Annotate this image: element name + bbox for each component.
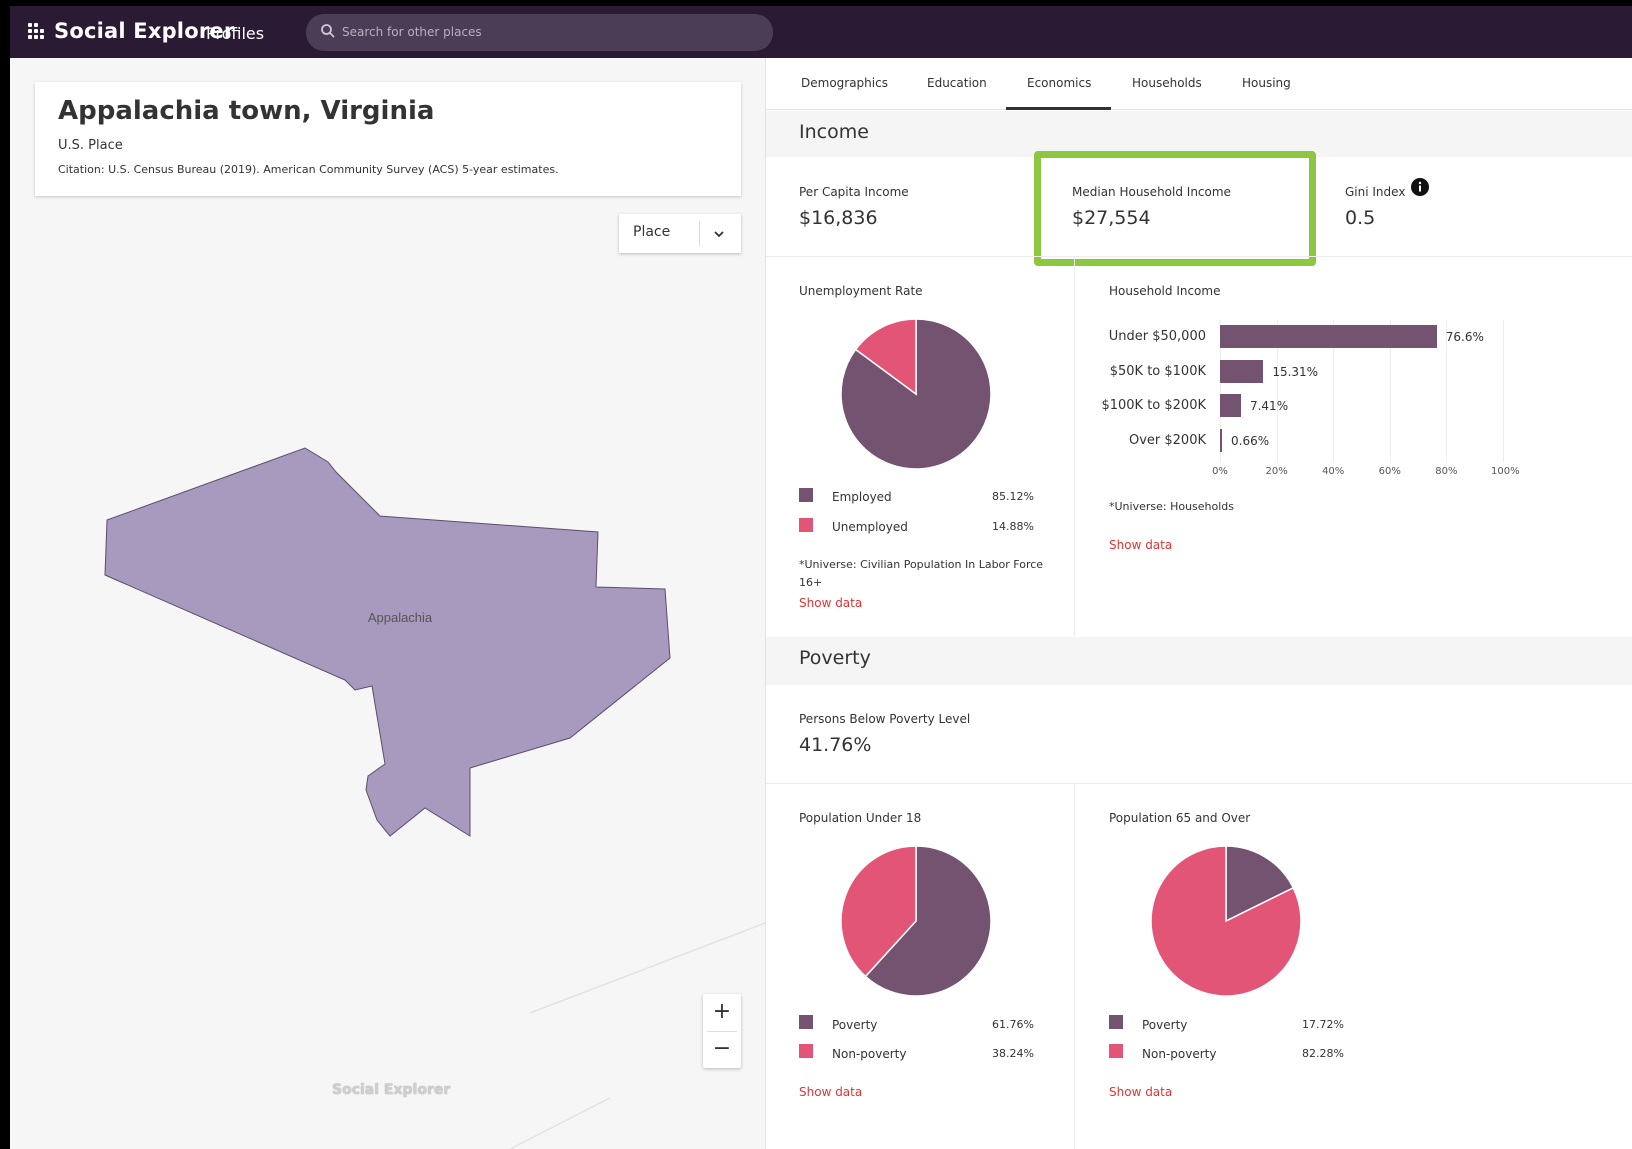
x-tick-label: 60% [1378, 466, 1401, 477]
legend-value: 61.76% [992, 1018, 1034, 1031]
tab-education[interactable]: Education [927, 76, 987, 90]
unemployment-universe-note: *Universe: Civilian Population In Labor … [799, 558, 1044, 589]
legend-label: Poverty [1142, 1018, 1188, 1032]
bar-category-label: $100K to $200K [1101, 398, 1206, 413]
over65-pie-chart[interactable] [1150, 845, 1302, 997]
legend-value: 14.88% [992, 520, 1034, 533]
income-section-title: Income [799, 121, 869, 143]
bar-category-label: $50K to $100K [1109, 363, 1206, 379]
logo-icon[interactable] [28, 23, 48, 41]
divider [1074, 257, 1075, 636]
employed-swatch [799, 488, 813, 502]
place-title: Appalachia town, Virginia [58, 96, 435, 126]
x-tick-label: 20% [1265, 466, 1288, 477]
bar-value-label: 15.31% [1272, 364, 1319, 379]
poverty-swatch [1109, 1015, 1123, 1029]
profile-panel: Demographics Education Economics Househo… [765, 58, 1632, 1149]
per-capita-income-value: $16,836 [799, 207, 878, 229]
unemployment-chart-title: Unemployment Rate [799, 284, 923, 298]
citation: Citation: U.S. Census Bureau (2019). Ame… [58, 163, 559, 176]
geography-level-select[interactable]: Place [619, 214, 741, 253]
divider [766, 783, 1632, 784]
grid-line [1446, 320, 1448, 462]
non-poverty-swatch [1109, 1044, 1123, 1058]
over65-show-data-link[interactable]: Show data [1109, 1085, 1172, 1099]
tab-demographics[interactable]: Demographics [801, 76, 888, 90]
bar[interactable] [1220, 428, 1222, 452]
bar[interactable] [1220, 359, 1264, 383]
under18-pie-chart[interactable] [840, 845, 992, 997]
bar-category-label: Under $50,000 [1108, 329, 1206, 344]
bar-category-label: Over $200K [1128, 432, 1206, 448]
non-poverty-swatch [799, 1044, 813, 1058]
unemployed-swatch [799, 518, 813, 532]
place-card: Appalachia town, Virginia U.S. Place Cit… [35, 82, 741, 196]
map-watermark: Social Explorer [332, 1082, 451, 1098]
legend-label: Unemployed [832, 520, 908, 534]
bar-value-label: 0.66% [1231, 433, 1270, 448]
x-tick-label: 80% [1435, 466, 1458, 477]
legend-label: Poverty [832, 1018, 878, 1032]
zoom-control: + − [703, 994, 741, 1068]
x-tick-label: 40% [1322, 466, 1345, 477]
brand-sub[interactable]: Profiles [206, 24, 264, 43]
geography-level-value: Place [633, 224, 671, 240]
bar[interactable] [1220, 394, 1241, 417]
active-tab-indicator [1006, 107, 1111, 110]
under18-chart-title: Population Under 18 [799, 811, 922, 825]
legend-label: Employed [832, 490, 892, 504]
search-icon [321, 24, 335, 38]
highlight-box [1034, 151, 1316, 266]
legend-label: Non-poverty [1142, 1047, 1217, 1061]
tab-economics[interactable]: Economics [1027, 76, 1091, 90]
gini-index-label: Gini Index [1345, 185, 1406, 199]
town-boundary [104, 447, 671, 837]
select-divider [699, 221, 700, 246]
grid-line [1389, 320, 1391, 462]
map-panel[interactable]: Appalachia Appalachia town, Virginia U.S… [10, 58, 765, 1149]
search-input[interactable] [342, 21, 742, 43]
search-box[interactable] [306, 14, 773, 51]
household-income-show-data-link[interactable]: Show data [1109, 538, 1172, 552]
legend-value: 17.72% [1302, 1018, 1344, 1031]
grid-line [1220, 320, 1221, 462]
grid-line [1276, 320, 1278, 462]
poverty-level-value: 41.76% [799, 734, 872, 756]
unemployment-show-data-link[interactable]: Show data [799, 596, 862, 610]
bar-value-label: 7.41% [1249, 399, 1289, 413]
divider [1074, 784, 1075, 1149]
legend-label: Non-poverty [832, 1047, 907, 1061]
poverty-section-header: Poverty [766, 637, 1632, 685]
x-tick-label: 100% [1491, 466, 1520, 477]
map-place-label: Appalachia [368, 610, 433, 625]
under18-show-data-link[interactable]: Show data [799, 1085, 862, 1099]
top-bar: Social Explorer Profiles [10, 6, 1632, 58]
over65-chart-title: Population 65 and Over [1109, 811, 1251, 825]
x-tick-label: 0% [1212, 466, 1228, 477]
unemployment-pie-chart[interactable] [840, 318, 992, 470]
grid-line [1333, 320, 1335, 462]
grid-line [1503, 320, 1504, 462]
tab-housing[interactable]: Housing [1242, 76, 1291, 90]
legend-value: 85.12% [992, 490, 1034, 503]
tab-households[interactable]: Households [1132, 76, 1202, 90]
legend-value: 82.28% [1302, 1047, 1344, 1060]
gini-index-value: 0.5 [1345, 207, 1376, 229]
household-income-chart-title: Household Income [1109, 284, 1221, 298]
bar[interactable] [1220, 325, 1437, 348]
poverty-swatch [799, 1015, 813, 1029]
divider [766, 256, 1632, 257]
poverty-section-title: Poverty [799, 647, 871, 669]
zoom-out-button[interactable]: − [703, 1031, 741, 1068]
poverty-level-label: Persons Below Poverty Level [799, 712, 971, 726]
chevron-down-icon[interactable] [712, 227, 726, 241]
tab-bar: Demographics Education Economics Househo… [766, 58, 1632, 110]
bar-value-label: 76.6% [1445, 330, 1484, 344]
household-income-universe-note: *Universe: Households [1109, 500, 1235, 513]
legend-value: 38.24% [992, 1047, 1034, 1060]
info-icon[interactable] [1411, 178, 1429, 196]
per-capita-income-label: Per Capita Income [799, 185, 909, 199]
place-type: U.S. Place [58, 138, 123, 153]
zoom-in-button[interactable]: + [703, 994, 741, 1031]
